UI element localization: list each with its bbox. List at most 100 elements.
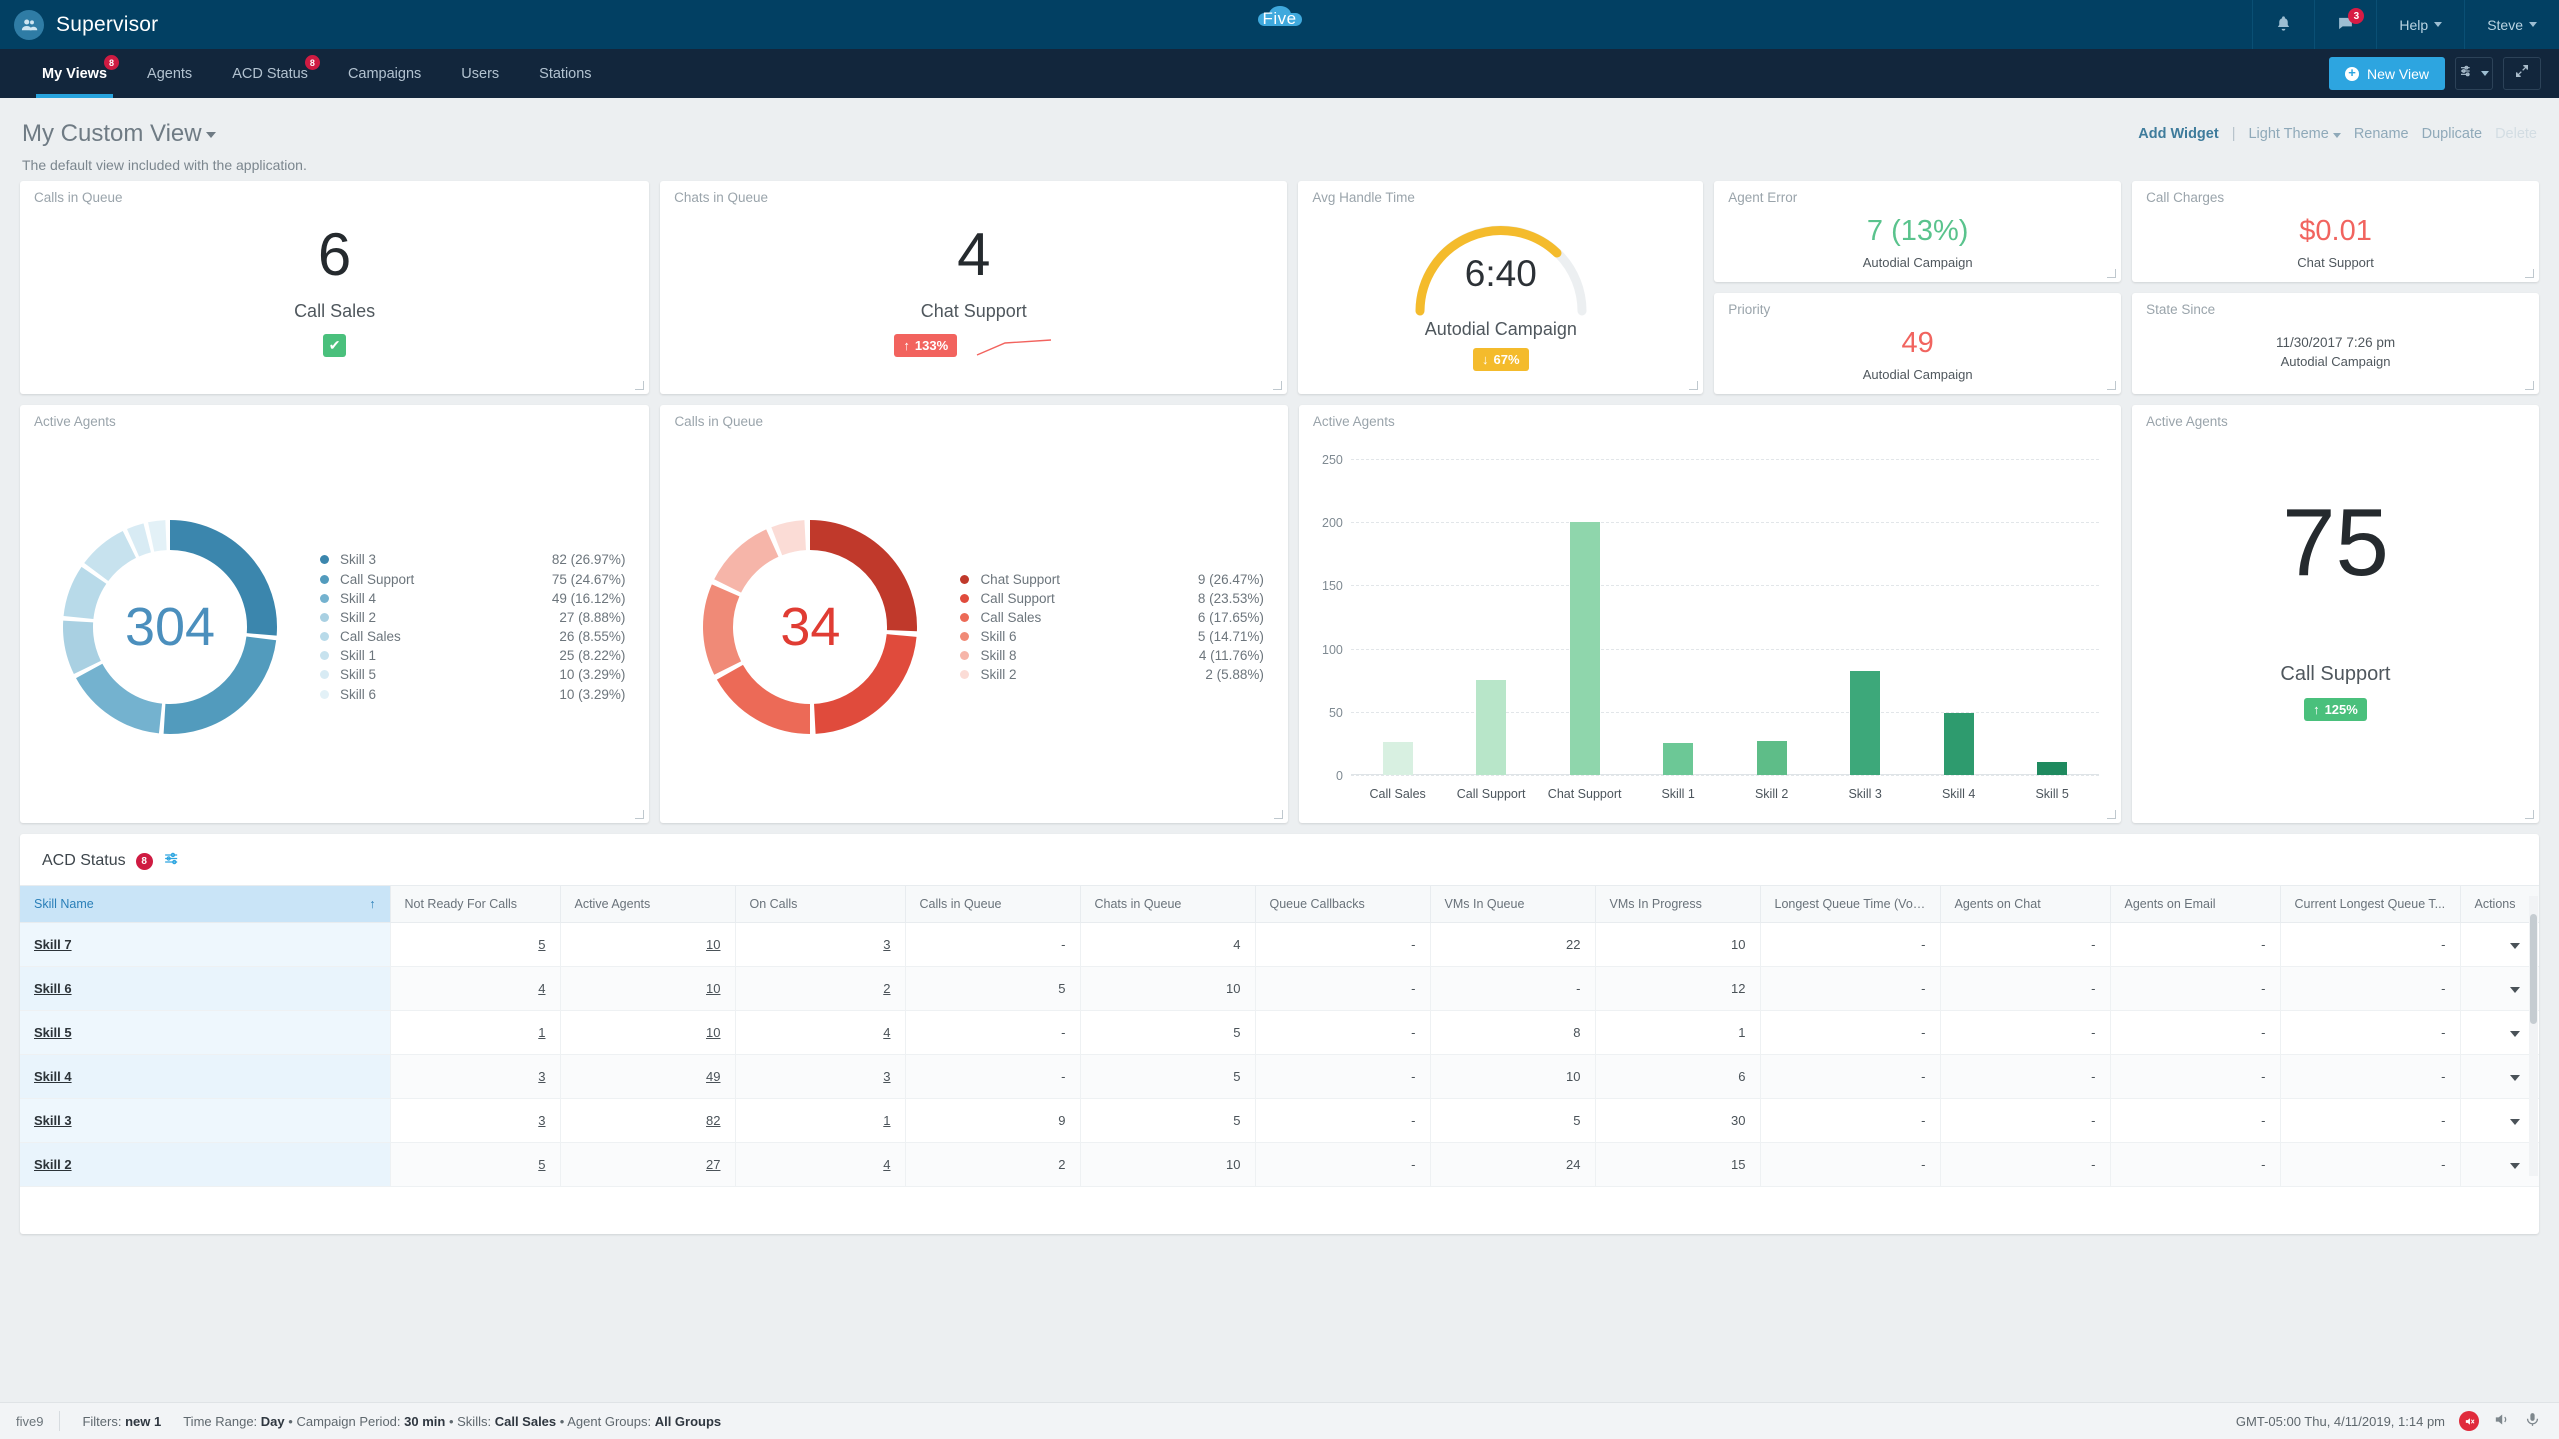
widget-avg-handle-time[interactable]: Avg Handle Time 6:40 Autodial Campaign ↓… bbox=[1298, 181, 1703, 394]
nav-tab-my-views[interactable]: My Views 8 bbox=[22, 49, 127, 98]
column-header-actions[interactable]: Actions bbox=[2460, 886, 2539, 923]
column-header-vms-in-queue[interactable]: VMs In Queue bbox=[1430, 886, 1595, 923]
row-actions-button[interactable] bbox=[2510, 943, 2520, 949]
resize-handle[interactable] bbox=[2107, 269, 2116, 278]
cell-link[interactable]: 10 bbox=[706, 937, 720, 952]
nav-tab-users[interactable]: Users bbox=[441, 49, 519, 98]
skill-link[interactable]: Skill 6 bbox=[34, 981, 72, 996]
status-filters[interactable]: Filters: new 1 bbox=[60, 1414, 183, 1429]
column-header-longest-queue-time-voi[interactable]: Longest Queue Time (Voi... bbox=[1760, 886, 1940, 923]
bar[interactable] bbox=[1663, 743, 1693, 775]
table-scrollbar[interactable] bbox=[2529, 896, 2538, 1176]
legend-item[interactable]: Call Sales6 (17.65%) bbox=[960, 608, 1263, 627]
cell-link[interactable]: 10 bbox=[706, 981, 720, 996]
cell-link[interactable]: 3 bbox=[883, 937, 890, 952]
widget-state-since[interactable]: State Since 11/30/2017 7:26 pm Autodial … bbox=[2132, 293, 2539, 394]
bar[interactable] bbox=[1757, 741, 1787, 775]
skill-link[interactable]: Skill 2 bbox=[34, 1157, 72, 1172]
bar-column[interactable] bbox=[1818, 459, 1912, 775]
legend-item[interactable]: Skill 382 (26.97%) bbox=[320, 550, 625, 569]
table-row[interactable]: Skill 75103-4-2210---- bbox=[20, 923, 2539, 967]
cell-link[interactable]: 4 bbox=[883, 1157, 890, 1172]
row-actions-button[interactable] bbox=[2510, 987, 2520, 993]
cell-link[interactable]: 10 bbox=[706, 1025, 720, 1040]
bar-column[interactable] bbox=[1912, 459, 2006, 775]
legend-item[interactable]: Chat Support9 (26.47%) bbox=[960, 569, 1263, 588]
bar-column[interactable] bbox=[1351, 459, 1445, 775]
cell-link[interactable]: 1 bbox=[883, 1113, 890, 1128]
theme-selector[interactable]: Light Theme bbox=[2248, 126, 2340, 142]
skill-link[interactable]: Skill 3 bbox=[34, 1113, 72, 1128]
skill-link[interactable]: Skill 5 bbox=[34, 1025, 72, 1040]
cell-link[interactable]: 5 bbox=[538, 937, 545, 952]
column-header-chats-in-queue[interactable]: Chats in Queue bbox=[1080, 886, 1255, 923]
column-header-queue-callbacks[interactable]: Queue Callbacks bbox=[1255, 886, 1430, 923]
widget-call-charges[interactable]: Call Charges $0.01 Chat Support bbox=[2132, 181, 2539, 282]
column-header-active-agents[interactable]: Active Agents bbox=[560, 886, 735, 923]
donut-slice[interactable] bbox=[728, 543, 773, 586]
cell-link[interactable]: 3 bbox=[538, 1069, 545, 1084]
mic-icon[interactable] bbox=[2524, 1411, 2541, 1431]
legend-item[interactable]: Skill 510 (3.29%) bbox=[320, 665, 625, 684]
table-row[interactable]: Skill 51104-5-81---- bbox=[20, 1011, 2539, 1055]
row-actions-button[interactable] bbox=[2510, 1119, 2520, 1125]
table-row[interactable]: Skill 43493-5-106---- bbox=[20, 1055, 2539, 1099]
view-settings-button[interactable] bbox=[2455, 57, 2493, 90]
cell-link[interactable]: 27 bbox=[706, 1157, 720, 1172]
bar[interactable] bbox=[1383, 742, 1413, 775]
donut-slice[interactable] bbox=[96, 544, 129, 572]
cell-link[interactable]: 2 bbox=[883, 981, 890, 996]
widget-active-agents-bar[interactable]: Active Agents 050100150200250 Call Sales… bbox=[1299, 405, 2121, 823]
resize-handle[interactable] bbox=[1274, 810, 1283, 819]
new-view-button[interactable]: + New View bbox=[2329, 57, 2445, 90]
resize-handle[interactable] bbox=[635, 381, 644, 390]
bar-column[interactable] bbox=[1631, 459, 1725, 775]
mute-icon[interactable] bbox=[2459, 1411, 2479, 1431]
legend-item[interactable]: Skill 449 (16.12%) bbox=[320, 589, 625, 608]
table-filter-button[interactable] bbox=[163, 850, 180, 872]
legend-item[interactable]: Skill 22 (5.88%) bbox=[960, 665, 1263, 684]
column-header-calls-in-queue[interactable]: Calls in Queue bbox=[905, 886, 1080, 923]
legend-item[interactable]: Skill 84 (11.76%) bbox=[960, 646, 1263, 665]
cell-link[interactable]: 1 bbox=[538, 1025, 545, 1040]
speaker-icon[interactable] bbox=[2493, 1411, 2510, 1431]
donut-slice[interactable] bbox=[89, 671, 160, 719]
row-actions-button[interactable] bbox=[2510, 1031, 2520, 1037]
column-header-vms-in-progress[interactable]: VMs In Progress bbox=[1595, 886, 1760, 923]
cell-link[interactable]: 4 bbox=[883, 1025, 890, 1040]
bar-column[interactable] bbox=[2005, 459, 2099, 775]
legend-item[interactable]: Skill 610 (3.29%) bbox=[320, 685, 625, 704]
resize-handle[interactable] bbox=[1689, 381, 1698, 390]
messages-button[interactable]: 3 bbox=[2314, 0, 2376, 49]
legend-item[interactable]: Skill 125 (8.22%) bbox=[320, 646, 625, 665]
donut-slice[interactable] bbox=[730, 672, 810, 719]
legend-item[interactable]: Skill 65 (14.71%) bbox=[960, 627, 1263, 646]
column-header-agents-on-chat[interactable]: Agents on Chat bbox=[1940, 886, 2110, 923]
widget-agent-error[interactable]: Agent Error 7 (13%) Autodial Campaign bbox=[1714, 181, 2121, 282]
column-header-not-ready-for-calls[interactable]: Not Ready For Calls bbox=[390, 886, 560, 923]
nav-tab-acd-status[interactable]: ACD Status 8 bbox=[212, 49, 328, 98]
scrollbar-thumb[interactable] bbox=[2530, 914, 2537, 1024]
bar-column[interactable] bbox=[1725, 459, 1819, 775]
cell-link[interactable]: 3 bbox=[883, 1069, 890, 1084]
view-selector[interactable]: My Custom View bbox=[22, 120, 307, 148]
cell-link[interactable]: 82 bbox=[706, 1113, 720, 1128]
nav-tab-stations[interactable]: Stations bbox=[519, 49, 611, 98]
donut-slice[interactable] bbox=[151, 535, 166, 537]
cell-link[interactable]: 49 bbox=[706, 1069, 720, 1084]
widget-priority[interactable]: Priority 49 Autodial Campaign bbox=[1714, 293, 2121, 394]
resize-handle[interactable] bbox=[2107, 381, 2116, 390]
fullscreen-button[interactable] bbox=[2503, 57, 2541, 90]
column-header-on-calls[interactable]: On Calls bbox=[735, 886, 905, 923]
bar-column[interactable] bbox=[1538, 459, 1632, 775]
widget-calls-in-queue-donut[interactable]: Calls in Queue 34 Chat Support9 (26.47%)… bbox=[660, 405, 1287, 823]
widget-calls-in-queue[interactable]: Calls in Queue 6 Call Sales ✔ bbox=[20, 181, 649, 394]
resize-handle[interactable] bbox=[2525, 269, 2534, 278]
column-header-current-longest-queue-t[interactable]: Current Longest Queue T... bbox=[2280, 886, 2460, 923]
legend-item[interactable]: Call Support8 (23.53%) bbox=[960, 589, 1263, 608]
table-row[interactable]: Skill 25274210-2415---- bbox=[20, 1143, 2539, 1187]
resize-handle[interactable] bbox=[635, 810, 644, 819]
bar[interactable] bbox=[1850, 671, 1880, 775]
help-menu[interactable]: Help bbox=[2376, 0, 2464, 49]
widget-active-agents-kpi[interactable]: Active Agents 75 Call Support ↑ 125% bbox=[2132, 405, 2539, 823]
